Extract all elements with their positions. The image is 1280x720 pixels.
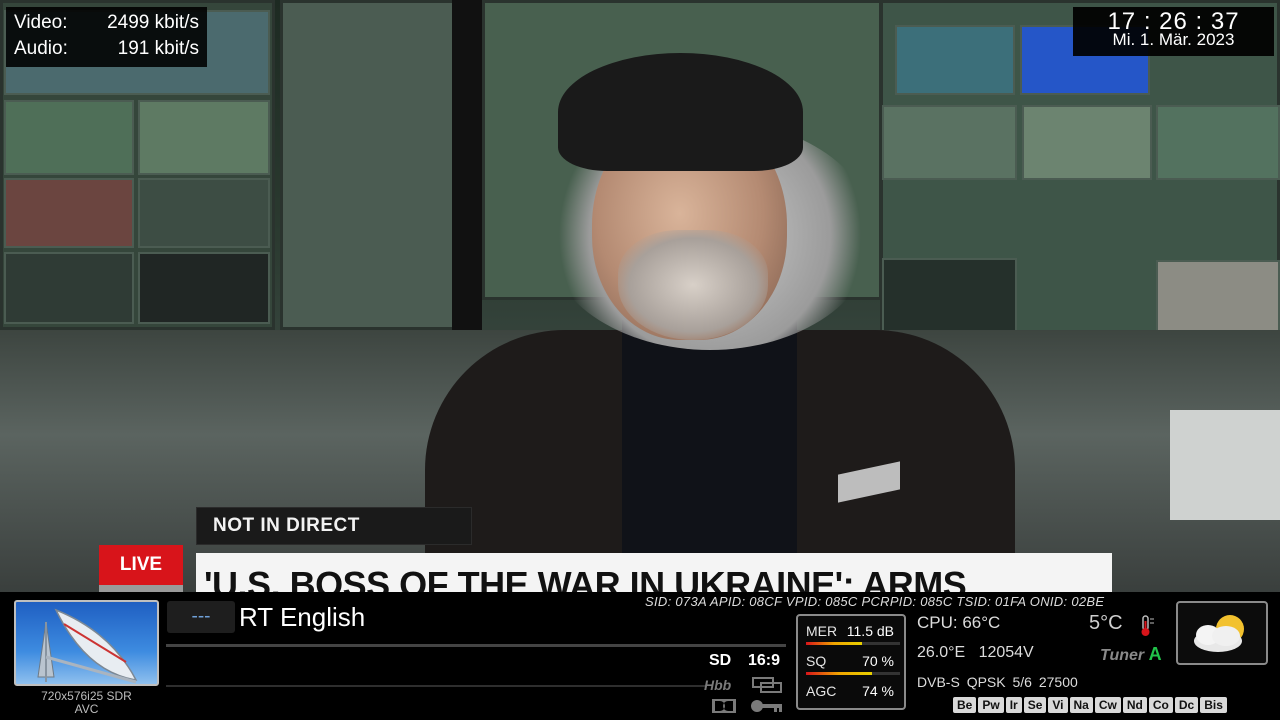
audio-bitrate: 191 kbit/s — [117, 38, 199, 59]
video-resolution: 720x576i25 SDR AVC — [14, 690, 159, 716]
sq-value: 70 % — [862, 653, 894, 669]
crypt-badge: Cw — [1094, 697, 1121, 713]
key-icon — [750, 699, 784, 718]
sq-bar — [806, 672, 900, 675]
monitor-wall-center-left — [280, 0, 460, 330]
stream-pids: SID: 073A APID: 08CF VPID: 085C PCRPID: … — [645, 594, 1105, 609]
signal-meter: MER 11.5 dB SQ 70 % AGC 74 % — [796, 614, 906, 710]
channel-number: --- — [167, 601, 235, 633]
crypt-badge: Be — [953, 697, 977, 713]
hbbtv-indicator: Hbb — [704, 677, 732, 693]
crypt-badge: Vi — [1048, 697, 1068, 713]
channel-name: RT English — [239, 602, 366, 632]
sd-indicator: SD — [709, 652, 732, 669]
guest-sweater — [622, 320, 797, 592]
tuner-label: Tuner — [1100, 647, 1145, 664]
monitor-tile — [882, 105, 1017, 180]
agc-label: AGC — [806, 683, 837, 699]
weather-cloud-icon — [1176, 601, 1268, 665]
fec: 5/6 — [1012, 674, 1032, 690]
guest-cap — [558, 53, 803, 171]
tuning-info: 26.0°E 12054V — [917, 644, 1034, 662]
infobar: 720x576i25 SDR AVC --- RT English SID: 0… — [0, 592, 1280, 720]
lower-third-headline: 'U.S. BOSS OF THE WAR IN UKRAINE': ARMS — [196, 553, 1112, 592]
delivery-system: DVB-S — [917, 674, 960, 690]
monitor-tile — [138, 100, 270, 175]
orbital-position: 26.0°E — [917, 644, 966, 661]
tuner-indicator: Tuner A — [1100, 644, 1162, 665]
audio-label: Audio: — [14, 38, 68, 59]
satellite-dish-icon — [14, 600, 159, 686]
next-event-line — [166, 685, 706, 687]
modulation: QPSK — [966, 674, 1006, 690]
video-label: Video: — [14, 12, 68, 33]
monitor-tile — [1156, 260, 1280, 335]
crypt-badge: Dc — [1174, 697, 1199, 713]
codec-text: AVC — [74, 702, 99, 716]
video-frame: NOT IN DIRECT CONFLICT? LIVE 'U.S. BOSS … — [0, 0, 1280, 592]
crypt-badge: Ir — [1005, 697, 1022, 713]
clock-overlay: 17 : 26 : 37 Mi. 1. Mär. 2023 — [1073, 7, 1274, 56]
dolby-icon — [712, 699, 736, 718]
frequency: 12054V — [978, 644, 1034, 661]
mer-value: 11.5 dB — [846, 623, 894, 639]
monitor-tile — [1022, 105, 1152, 180]
crypt-badge: Na — [1069, 697, 1093, 713]
guest-beard — [618, 230, 768, 340]
thermometer-icon — [1137, 615, 1155, 637]
monitor-tile — [1156, 105, 1280, 180]
sq-label: SQ — [806, 653, 827, 669]
video-bitrate: 2499 kbit/s — [107, 12, 199, 33]
agc-value: 74 % — [862, 683, 894, 699]
crypt-systems: Be Pw Ir Se Vi Na Cw Nd Co Dc Bis — [953, 697, 1227, 713]
monitor-tile — [138, 252, 270, 324]
symbol-rate: 27500 — [1038, 674, 1078, 690]
cpu-temperature: CPU: 66°C — [917, 613, 1001, 632]
live-badge-underline — [99, 585, 183, 592]
crypt-badge: Pw — [978, 697, 1004, 713]
mer-bar — [806, 642, 900, 645]
modulation-info: DVB-S QPSK 5/6 27500 — [917, 674, 1078, 690]
subtitle-icon — [752, 677, 782, 698]
lower-third-topic: NOT IN DIRECT CONFLICT? — [196, 507, 472, 572]
bitrate-overlay: Video: 2499 kbit/s Audio: 191 kbit/s — [6, 7, 207, 67]
monitor-tile — [4, 100, 134, 175]
mer-label: MER — [806, 623, 838, 639]
tuner-letter: A — [1148, 644, 1162, 664]
studio-light-panel — [1170, 410, 1280, 520]
monitor-tile — [4, 252, 134, 324]
crypt-badge: Se — [1023, 697, 1047, 713]
outside-temperature: 5°C — [1089, 612, 1123, 634]
monitor-tile — [895, 25, 1015, 95]
monitor-tile — [138, 178, 270, 248]
monitor-tile — [4, 178, 134, 248]
clock-date: Mi. 1. Mär. 2023 — [1112, 30, 1235, 49]
crypt-badge: Bis — [1200, 697, 1227, 713]
event-progress-bar — [166, 644, 786, 647]
crypt-badge: Co — [1148, 697, 1173, 713]
aspect-ratio: 16:9 — [748, 652, 781, 669]
live-badge: LIVE — [99, 545, 183, 585]
crypt-badge: Nd — [1122, 697, 1147, 713]
